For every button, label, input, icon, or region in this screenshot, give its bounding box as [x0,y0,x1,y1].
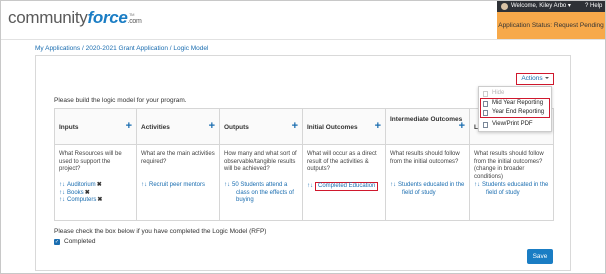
column-question: What will occur as a direct result of th… [307,151,377,172]
column-title: Activities [141,124,170,131]
column-question: What Resources will be used to support t… [59,151,122,172]
item-link[interactable]: 50 Students attend a class on the effect… [232,182,294,203]
application-status-banner: Application Status: Request Pending [497,12,605,39]
menu-item-year-end-label: Year End Reporting [492,109,545,115]
column-initial-outcomes: Initial Outcomes + What will occur as a … [303,109,386,220]
actions-dropdown-menu: Hide Mid Year Reporting Year End Reporti… [478,86,552,132]
item-link[interactable]: Books [67,190,84,196]
logo-text-force: force [87,8,128,27]
actions-label: Actions [521,75,543,82]
completed-label: Completed [64,238,96,245]
list-item: ↑↓ Computers✖ [59,197,134,205]
logo-trademark: TM [129,12,135,17]
save-button[interactable]: Save [527,249,553,264]
column-header: Initial Outcomes + [303,109,385,145]
column-items: ↑↓ Recruit peer mentors [141,182,217,190]
document-icon [483,100,488,107]
column-header: Intermediate Outcomes + [386,109,469,145]
logic-model-panel: Actions Hide Mid Year Reporting Year End… [35,55,571,271]
item-link[interactable]: Recruit peer mentors [149,182,205,188]
column-items: ↑↓ Auditorium✖ ↑↓ Books✖ ↑↓ Computers✖ [59,182,134,205]
menu-item-view-print-pdf[interactable]: View/Print PDF [479,120,551,129]
reorder-arrows-icon[interactable]: ↑↓ [59,197,65,203]
menu-item-mid-year-reporting[interactable]: Mid Year Reporting [479,99,551,108]
column-title: Intermediate Outcomes [390,116,463,123]
completion-note: Please check the box below if you have c… [54,228,267,235]
column-items: ↑↓ Completed Education [307,182,383,191]
help-link[interactable]: ? Help [585,1,602,12]
column-items: ↑↓ 50 Students attend a class on the effe… [224,182,300,205]
add-input-plus-icon[interactable]: + [126,121,132,132]
breadcrumb: My Applications / 2020-2021 Grant Applic… [35,45,208,52]
column-header: Inputs + [55,109,136,145]
column-question: What results should follow from the init… [390,151,460,165]
instruction-text: Please build the logic model for your pr… [54,97,187,104]
actions-button[interactable]: Actions [516,73,554,85]
header-divider [1,39,605,40]
breadcrumb-logic-model[interactable]: Logic Model [173,45,208,52]
add-activity-plus-icon[interactable]: + [209,121,215,132]
add-intermediate-outcome-plus-icon[interactable]: + [459,121,465,132]
column-items: ↑↓ Students educated in the field of stud… [474,182,551,197]
column-title: Outputs [224,124,249,131]
reorder-arrows-icon[interactable]: ↑↓ [474,182,480,188]
remove-icon[interactable]: ✖ [85,190,90,196]
pdf-icon [483,121,488,128]
reorder-arrows-icon[interactable]: ↑↓ [390,182,396,188]
column-header: Outputs + [220,109,302,145]
remove-icon[interactable]: ✖ [97,197,102,203]
menu-item-year-end-reporting[interactable]: Year End Reporting [479,108,551,117]
column-question: What are the main activities required? [141,151,215,165]
column-question: How many and what sort of observable/tan… [224,151,297,172]
list-item: ↑↓ 50 Students attend a class on the effe… [224,182,300,205]
column-items: ↑↓ Students educated in the field of stud… [390,182,467,197]
list-item: ↑↓ Books✖ [59,190,134,198]
menu-item-pdf-label: View/Print PDF [492,121,533,127]
user-menu[interactable]: Welcome, Kiley Arbo ▾ [511,1,571,12]
item-link[interactable]: Students educated in the field of study [398,182,464,196]
list-item: ↑↓ Students educated in the field of stud… [390,182,467,197]
list-item: ↑↓ Students educated in the field of stud… [474,182,551,197]
top-header: communityforce.com TM Welcome, Kiley Arb… [1,1,605,39]
user-bar: Welcome, Kiley Arbo ▾ ? Help [497,1,605,12]
communityforce-logo[interactable]: communityforce.com TM [8,8,142,32]
column-intermediate-outcomes: Intermediate Outcomes + What results sho… [386,109,470,220]
item-link[interactable]: Students educated in the field of study [482,182,548,196]
reorder-arrows-icon[interactable]: ↑↓ [224,182,230,188]
logo-text-community: community [8,8,88,27]
completed-checkbox[interactable]: ✓ [54,238,60,245]
completed-checkbox-row[interactable]: ✓ Completed [54,238,95,245]
document-icon [483,90,488,97]
column-activities: Activities + What are the main activitie… [137,109,220,220]
breadcrumb-my-applications[interactable]: My Applications [35,45,80,52]
menu-item-hide: Hide [479,89,551,98]
list-item: ↑↓ Auditorium✖ [59,182,134,190]
item-link[interactable]: Auditorium [67,182,96,188]
avatar[interactable] [501,3,508,10]
reorder-arrows-icon[interactable]: ↑↓ [141,182,147,188]
column-outputs: Outputs + How many and what sort of obse… [220,109,303,220]
column-question: What results should follow from the init… [474,151,544,180]
add-output-plus-icon[interactable]: + [292,121,298,132]
column-header: Activities + [137,109,219,145]
column-title: Initial Outcomes [307,124,358,131]
list-item: ↑↓ Completed Education [307,182,383,191]
remove-icon[interactable]: ✖ [97,182,102,188]
document-icon [483,109,488,116]
caret-down-icon [544,77,549,80]
reorder-arrows-icon[interactable]: ↑↓ [59,190,65,196]
menu-item-hide-label: Hide [492,90,505,96]
application-status-text: Application Status: Request Pending [498,22,604,29]
menu-item-mid-year-label: Mid Year Reporting [492,100,544,106]
reorder-arrows-icon[interactable]: ↑↓ [307,183,313,189]
item-link[interactable]: Computers [67,197,96,203]
reorder-arrows-icon[interactable]: ↑↓ [59,182,65,188]
list-item: ↑↓ Recruit peer mentors [141,182,217,190]
add-initial-outcome-plus-icon[interactable]: + [375,121,381,132]
column-inputs: Inputs + What Resources will be used to … [55,109,137,220]
item-link[interactable]: Completed Education [315,182,379,191]
column-title: Inputs [59,124,79,131]
breadcrumb-grant-application[interactable]: 2020-2021 Grant Application [86,45,168,52]
